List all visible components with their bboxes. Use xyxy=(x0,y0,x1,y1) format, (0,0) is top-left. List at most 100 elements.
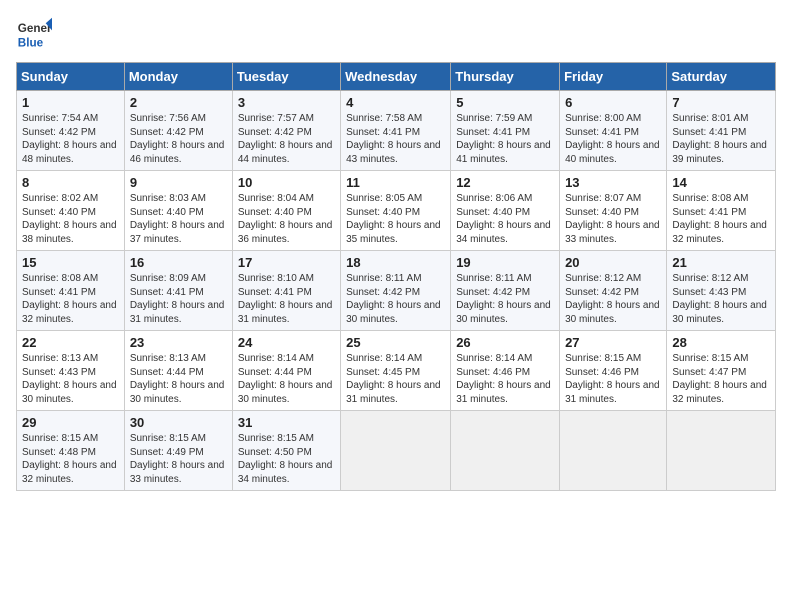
day-details: Sunrise: 8:07 AMSunset: 4:40 PMDaylight:… xyxy=(565,193,660,245)
day-number: 20 xyxy=(565,255,661,270)
day-number: 16 xyxy=(130,255,227,270)
calendar-header-row: SundayMondayTuesdayWednesdayThursdayFrid… xyxy=(17,63,776,91)
weekday-header-friday: Friday xyxy=(560,63,667,91)
day-details: Sunrise: 8:01 AMSunset: 4:41 PMDaylight:… xyxy=(672,113,767,165)
day-details: Sunrise: 8:14 AMSunset: 4:44 PMDaylight:… xyxy=(238,353,333,405)
day-details: Sunrise: 8:09 AMSunset: 4:41 PMDaylight:… xyxy=(130,273,225,325)
calendar-table: SundayMondayTuesdayWednesdayThursdayFrid… xyxy=(16,62,776,491)
day-number: 30 xyxy=(130,415,227,430)
calendar-body: 1 Sunrise: 7:54 AMSunset: 4:42 PMDayligh… xyxy=(17,91,776,491)
calendar-cell xyxy=(560,411,667,491)
day-number: 12 xyxy=(456,175,554,190)
day-number: 31 xyxy=(238,415,335,430)
calendar-cell: 27 Sunrise: 8:15 AMSunset: 4:46 PMDaylig… xyxy=(560,331,667,411)
calendar-cell: 15 Sunrise: 8:08 AMSunset: 4:41 PMDaylig… xyxy=(17,251,125,331)
day-number: 15 xyxy=(22,255,119,270)
day-number: 18 xyxy=(346,255,445,270)
calendar-cell xyxy=(451,411,560,491)
page-header: General Blue xyxy=(16,16,776,52)
calendar-cell: 25 Sunrise: 8:14 AMSunset: 4:45 PMDaylig… xyxy=(341,331,451,411)
day-details: Sunrise: 8:14 AMSunset: 4:46 PMDaylight:… xyxy=(456,353,551,405)
day-details: Sunrise: 8:08 AMSunset: 4:41 PMDaylight:… xyxy=(672,193,767,245)
weekday-header-tuesday: Tuesday xyxy=(232,63,340,91)
calendar-cell: 10 Sunrise: 8:04 AMSunset: 4:40 PMDaylig… xyxy=(232,171,340,251)
day-details: Sunrise: 8:08 AMSunset: 4:41 PMDaylight:… xyxy=(22,273,117,325)
calendar-cell: 11 Sunrise: 8:05 AMSunset: 4:40 PMDaylig… xyxy=(341,171,451,251)
day-details: Sunrise: 8:03 AMSunset: 4:40 PMDaylight:… xyxy=(130,193,225,245)
calendar-cell: 16 Sunrise: 8:09 AMSunset: 4:41 PMDaylig… xyxy=(124,251,232,331)
day-details: Sunrise: 8:13 AMSunset: 4:44 PMDaylight:… xyxy=(130,353,225,405)
day-number: 24 xyxy=(238,335,335,350)
calendar-cell: 28 Sunrise: 8:15 AMSunset: 4:47 PMDaylig… xyxy=(667,331,776,411)
logo: General Blue xyxy=(16,16,56,52)
day-details: Sunrise: 8:12 AMSunset: 4:43 PMDaylight:… xyxy=(672,273,767,325)
day-number: 13 xyxy=(565,175,661,190)
day-number: 27 xyxy=(565,335,661,350)
calendar-cell: 21 Sunrise: 8:12 AMSunset: 4:43 PMDaylig… xyxy=(667,251,776,331)
calendar-cell: 7 Sunrise: 8:01 AMSunset: 4:41 PMDayligh… xyxy=(667,91,776,171)
calendar-cell: 3 Sunrise: 7:57 AMSunset: 4:42 PMDayligh… xyxy=(232,91,340,171)
calendar-cell: 14 Sunrise: 8:08 AMSunset: 4:41 PMDaylig… xyxy=(667,171,776,251)
weekday-header-wednesday: Wednesday xyxy=(341,63,451,91)
day-details: Sunrise: 7:54 AMSunset: 4:42 PMDaylight:… xyxy=(22,113,117,165)
weekday-header-monday: Monday xyxy=(124,63,232,91)
weekday-header-sunday: Sunday xyxy=(17,63,125,91)
weekday-header-saturday: Saturday xyxy=(667,63,776,91)
weekday-header-thursday: Thursday xyxy=(451,63,560,91)
day-number: 7 xyxy=(672,95,770,110)
calendar-cell: 9 Sunrise: 8:03 AMSunset: 4:40 PMDayligh… xyxy=(124,171,232,251)
day-details: Sunrise: 8:10 AMSunset: 4:41 PMDaylight:… xyxy=(238,273,333,325)
calendar-cell: 24 Sunrise: 8:14 AMSunset: 4:44 PMDaylig… xyxy=(232,331,340,411)
day-details: Sunrise: 7:58 AMSunset: 4:41 PMDaylight:… xyxy=(346,113,441,165)
calendar-week-5: 29 Sunrise: 8:15 AMSunset: 4:48 PMDaylig… xyxy=(17,411,776,491)
day-number: 11 xyxy=(346,175,445,190)
day-number: 5 xyxy=(456,95,554,110)
day-details: Sunrise: 8:15 AMSunset: 4:49 PMDaylight:… xyxy=(130,433,225,485)
day-details: Sunrise: 8:14 AMSunset: 4:45 PMDaylight:… xyxy=(346,353,441,405)
day-number: 21 xyxy=(672,255,770,270)
day-details: Sunrise: 8:15 AMSunset: 4:50 PMDaylight:… xyxy=(238,433,333,485)
day-details: Sunrise: 8:15 AMSunset: 4:46 PMDaylight:… xyxy=(565,353,660,405)
day-number: 29 xyxy=(22,415,119,430)
day-details: Sunrise: 8:02 AMSunset: 4:40 PMDaylight:… xyxy=(22,193,117,245)
calendar-cell: 8 Sunrise: 8:02 AMSunset: 4:40 PMDayligh… xyxy=(17,171,125,251)
day-number: 9 xyxy=(130,175,227,190)
day-number: 14 xyxy=(672,175,770,190)
day-details: Sunrise: 8:12 AMSunset: 4:42 PMDaylight:… xyxy=(565,273,660,325)
calendar-cell: 5 Sunrise: 7:59 AMSunset: 4:41 PMDayligh… xyxy=(451,91,560,171)
day-number: 3 xyxy=(238,95,335,110)
day-number: 23 xyxy=(130,335,227,350)
svg-text:Blue: Blue xyxy=(18,37,44,50)
day-details: Sunrise: 7:57 AMSunset: 4:42 PMDaylight:… xyxy=(238,113,333,165)
day-number: 17 xyxy=(238,255,335,270)
calendar-week-2: 8 Sunrise: 8:02 AMSunset: 4:40 PMDayligh… xyxy=(17,171,776,251)
calendar-cell: 31 Sunrise: 8:15 AMSunset: 4:50 PMDaylig… xyxy=(232,411,340,491)
day-details: Sunrise: 8:13 AMSunset: 4:43 PMDaylight:… xyxy=(22,353,117,405)
day-number: 2 xyxy=(130,95,227,110)
day-details: Sunrise: 7:59 AMSunset: 4:41 PMDaylight:… xyxy=(456,113,551,165)
day-number: 6 xyxy=(565,95,661,110)
calendar-cell xyxy=(667,411,776,491)
calendar-cell: 13 Sunrise: 8:07 AMSunset: 4:40 PMDaylig… xyxy=(560,171,667,251)
calendar-cell: 19 Sunrise: 8:11 AMSunset: 4:42 PMDaylig… xyxy=(451,251,560,331)
day-details: Sunrise: 7:56 AMSunset: 4:42 PMDaylight:… xyxy=(130,113,225,165)
calendar-cell: 26 Sunrise: 8:14 AMSunset: 4:46 PMDaylig… xyxy=(451,331,560,411)
calendar-cell xyxy=(341,411,451,491)
day-number: 28 xyxy=(672,335,770,350)
calendar-week-3: 15 Sunrise: 8:08 AMSunset: 4:41 PMDaylig… xyxy=(17,251,776,331)
day-number: 25 xyxy=(346,335,445,350)
day-details: Sunrise: 8:15 AMSunset: 4:48 PMDaylight:… xyxy=(22,433,117,485)
calendar-week-4: 22 Sunrise: 8:13 AMSunset: 4:43 PMDaylig… xyxy=(17,331,776,411)
calendar-cell: 29 Sunrise: 8:15 AMSunset: 4:48 PMDaylig… xyxy=(17,411,125,491)
day-number: 10 xyxy=(238,175,335,190)
calendar-cell: 12 Sunrise: 8:06 AMSunset: 4:40 PMDaylig… xyxy=(451,171,560,251)
day-details: Sunrise: 8:11 AMSunset: 4:42 PMDaylight:… xyxy=(346,273,441,325)
calendar-cell: 2 Sunrise: 7:56 AMSunset: 4:42 PMDayligh… xyxy=(124,91,232,171)
day-number: 8 xyxy=(22,175,119,190)
day-details: Sunrise: 8:04 AMSunset: 4:40 PMDaylight:… xyxy=(238,193,333,245)
day-details: Sunrise: 8:06 AMSunset: 4:40 PMDaylight:… xyxy=(456,193,551,245)
calendar-cell: 17 Sunrise: 8:10 AMSunset: 4:41 PMDaylig… xyxy=(232,251,340,331)
calendar-cell: 20 Sunrise: 8:12 AMSunset: 4:42 PMDaylig… xyxy=(560,251,667,331)
logo-icon: General Blue xyxy=(16,16,52,52)
calendar-cell: 1 Sunrise: 7:54 AMSunset: 4:42 PMDayligh… xyxy=(17,91,125,171)
